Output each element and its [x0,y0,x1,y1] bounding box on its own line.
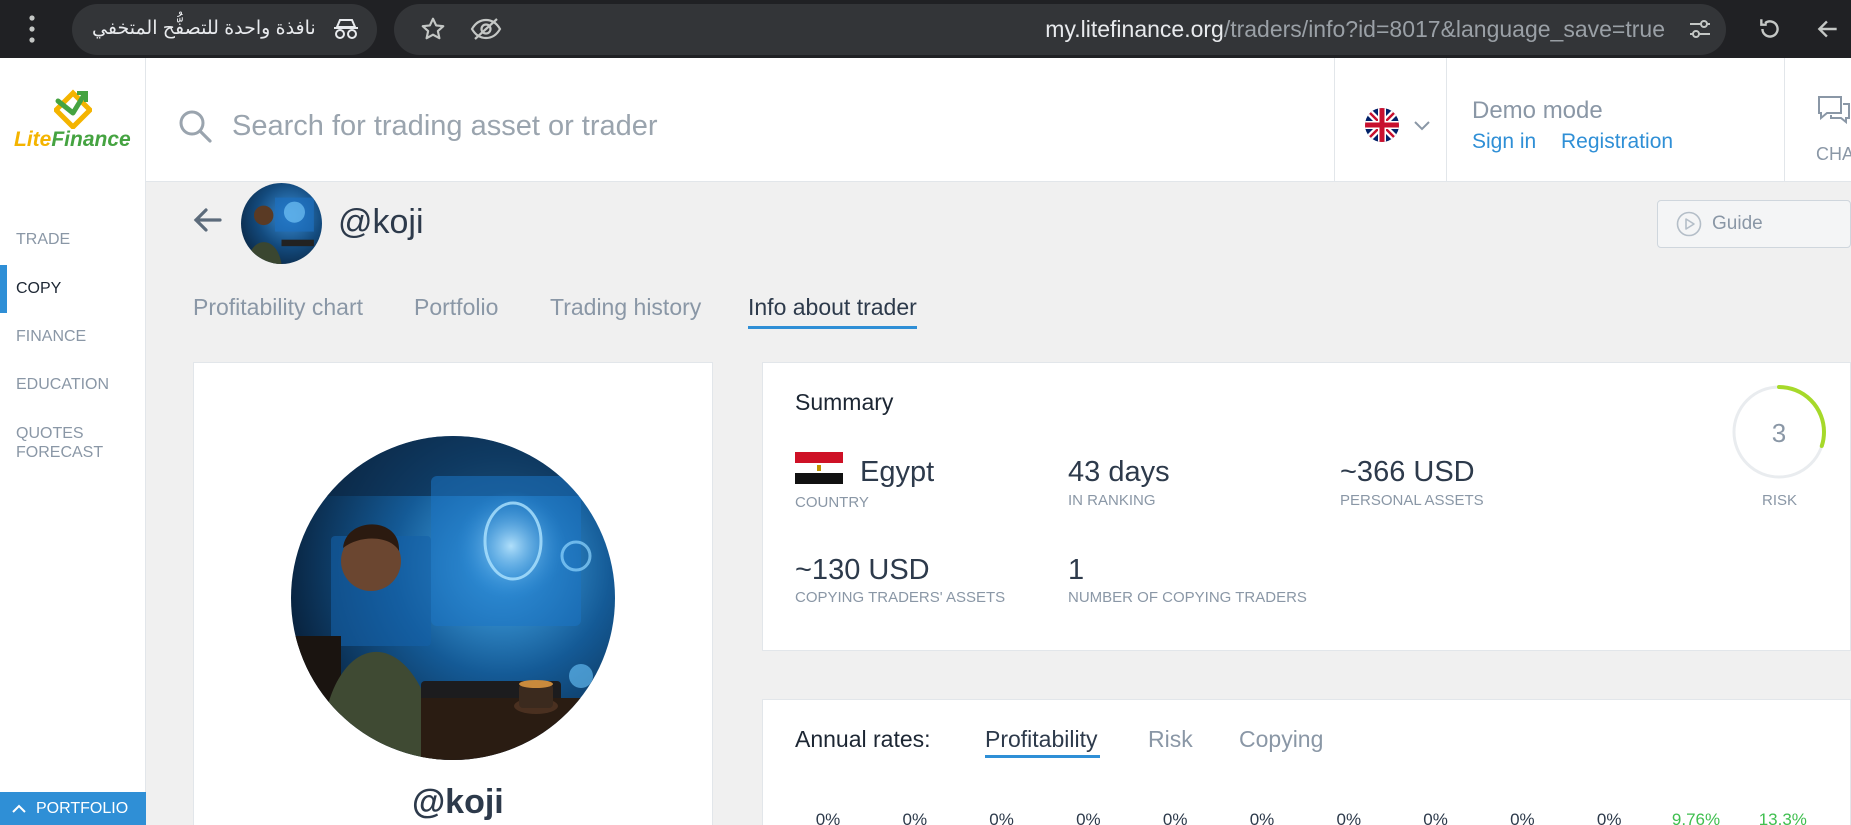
back-nav-icon[interactable] [1815,16,1841,47]
sidebar-item-education[interactable]: EDUCATION [16,375,109,394]
chat-label: CHA [1816,144,1851,164]
chevron-up-icon [12,801,26,817]
egypt-flag-icon [795,452,843,489]
annual-rate-value: 0% [1510,810,1535,825]
guide-label: Guide [1712,213,1763,234]
search-icon [177,108,213,149]
annual-rate-value: 0% [989,810,1014,825]
sidebar-item-copy[interactable]: COPY [16,279,61,298]
reload-icon[interactable] [1757,16,1783,47]
tab-profitability-chart[interactable]: Profitability chart [193,294,363,321]
uk-flag-icon[interactable] [1365,108,1399,142]
active-tab-indicator [748,326,917,329]
country-value: Egypt [860,456,935,488]
annual-rates-card [762,699,1851,825]
sidebar-active-indicator [0,265,7,313]
play-icon [1676,211,1702,242]
tab-info-about-trader[interactable]: Info about trader [748,294,917,321]
chat-icon[interactable] [1817,94,1851,131]
in-ranking-label: IN RANKING [1068,492,1156,509]
annual-rate-value: 0% [1162,810,1188,825]
annual-rate-value: 0% [1423,810,1448,825]
risk-label: RISK [1762,492,1798,509]
summary-title: Summary [795,389,894,415]
sidebar-item-finance[interactable]: FINANCE [16,327,86,346]
back-arrow-icon[interactable] [192,207,222,238]
sidebar-item-quotes-forecast[interactable]: QUOTES FORECAST [16,424,126,462]
rates-tab-profitability[interactable]: Profitability [985,726,1097,753]
url-path: /traders/info?id=8017&language_save=true [1223,16,1665,42]
trader-avatar-large [291,436,615,760]
annual-rate-value: 0% [815,810,841,825]
annual-rate-value: 0% [1076,810,1101,825]
annual-rate-value: 0% [1249,810,1275,825]
more-menu-icon[interactable] [28,14,36,49]
annual-rate-value: 0% [1336,810,1362,825]
personal-assets-label: PERSONAL ASSETS [1340,492,1484,509]
site-settings-icon[interactable] [1688,19,1712,44]
trader-avatar-small [241,183,322,264]
sidebar-item-trade[interactable]: TRADE [16,230,70,249]
trader-name-heading: @koji [338,203,424,241]
rates-active-indicator [985,755,1100,758]
chevron-down-icon[interactable] [1413,119,1431,137]
url-text: my.litefinance.org/traders/info?id=8017&… [1045,16,1665,43]
search-input[interactable] [232,104,1132,148]
tab-trading-history[interactable]: Trading history [550,294,701,321]
summary-card [762,362,1851,651]
personal-assets-value: ~366 USD [1340,456,1475,488]
annual-rate-value: 0% [902,810,928,825]
rates-tab-risk[interactable]: Risk [1148,726,1193,753]
tab-portfolio[interactable]: Portfolio [414,294,498,321]
portfolio-label: PORTFOLIO [36,799,129,817]
incognito-label: نافذة واحدة للتصفُّح المتخفي [92,18,316,39]
registration-link[interactable]: Registration [1561,130,1673,154]
annual-rates-title: Annual rates: [795,726,931,752]
rates-tab-copying[interactable]: Copying [1239,726,1323,753]
browser-toolbar: نافذة واحدة للتصفُّح المتخفي my.litefina… [0,0,1851,58]
eye-off-icon[interactable] [470,17,502,46]
copying-assets-label: COPYING TRADERS' ASSETS [795,589,1006,606]
url-host: my.litefinance.org [1045,16,1224,42]
risk-value: 3 [1771,418,1787,448]
logo-wordmark: LiteFinance [14,128,131,152]
incognito-icon [333,18,359,45]
copying-assets-value: ~130 USD [795,554,930,586]
annual-rate-value: 13.3% [1758,810,1807,825]
annual-rate-value: 9.76% [1671,810,1721,825]
sign-in-link[interactable]: Sign in [1472,130,1536,154]
copying-traders-value: 1 [1068,554,1085,586]
annual-rate-value: 0% [1596,810,1622,825]
country-label: COUNTRY [795,494,869,511]
logo-lite: Lite [14,128,52,151]
copying-traders-label: NUMBER OF COPYING TRADERS [1068,589,1307,606]
portfolio-button[interactable]: PORTFOLIO [0,792,146,825]
in-ranking-value: 43 days [1068,456,1170,488]
profile-name: @koji [412,783,504,821]
demo-mode-label: Demo mode [1472,97,1603,124]
bookmark-star-icon[interactable] [420,16,446,47]
logo-finance: Finance [51,128,131,151]
